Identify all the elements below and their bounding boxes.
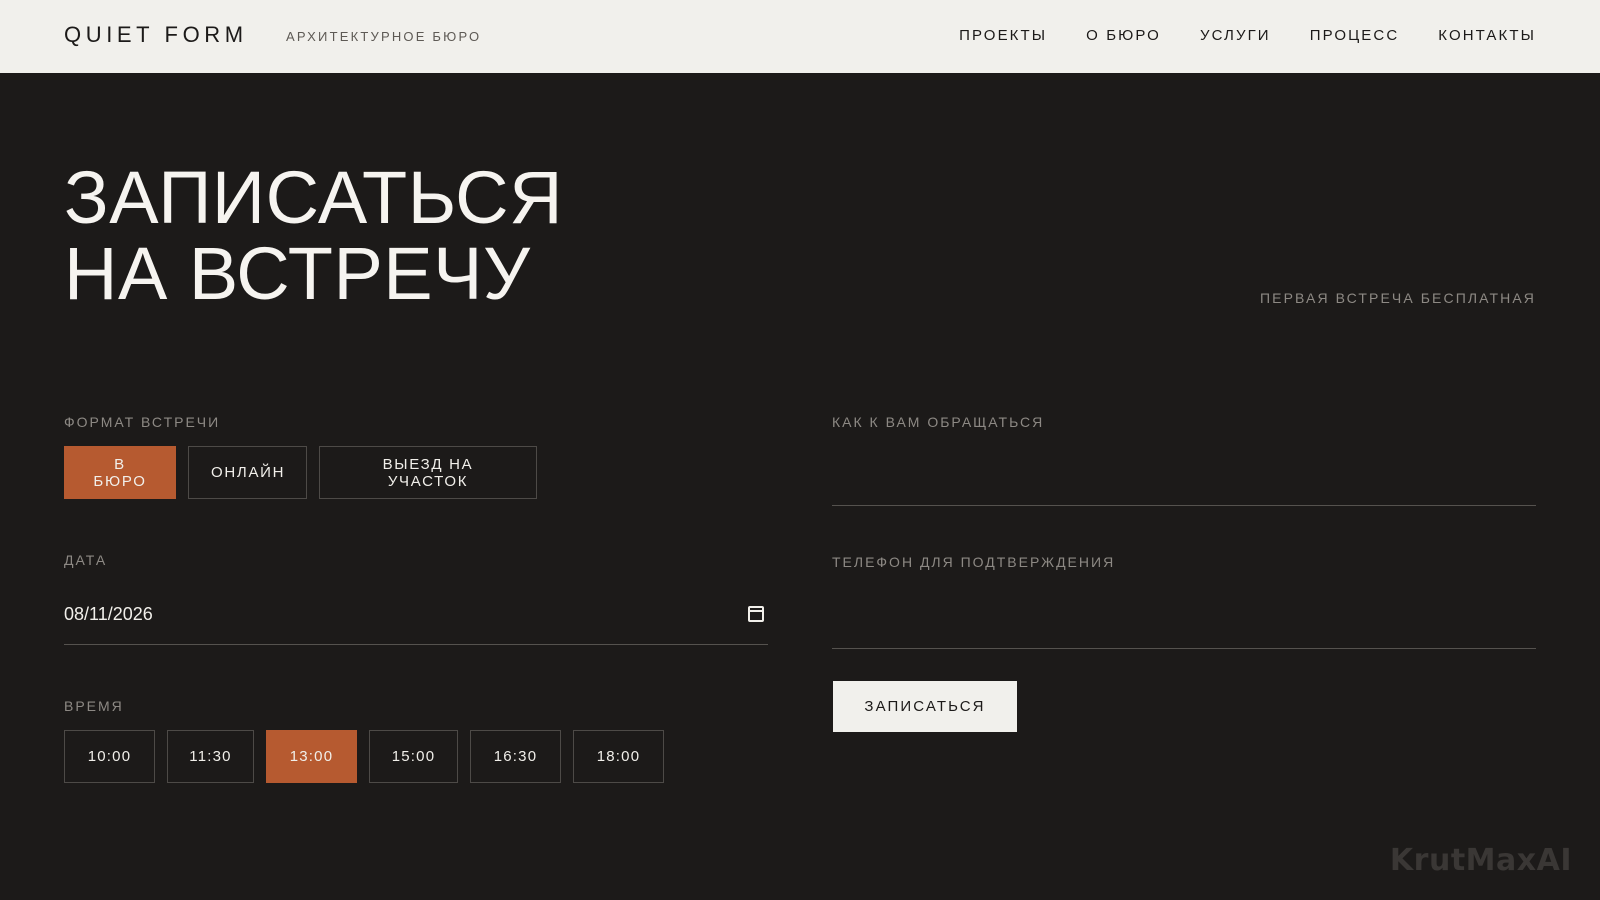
name-label: КАК К ВАМ ОБРАЩАТЬСЯ (832, 414, 1045, 430)
time-slot-1630[interactable]: 16:30 (470, 730, 561, 783)
free-meeting-note: ПЕРВАЯ ВСТРЕЧА БЕСПЛАТНАЯ (1260, 290, 1536, 306)
top-bar: QUIET FORM АРХИТЕКТУРНОЕ БЮРО ПРОЕКТЫ О … (0, 0, 1600, 73)
nav-process[interactable]: ПРОЦЕСС (1310, 27, 1400, 44)
time-label: ВРЕМЯ (64, 698, 124, 714)
watermark: KrutMaxAI (1389, 843, 1572, 878)
phone-input[interactable] (832, 594, 1536, 649)
time-slot-1130[interactable]: 11:30 (167, 730, 254, 783)
name-input[interactable] (832, 452, 1536, 506)
phone-label: ТЕЛЕФОН ДЛЯ ПОДТВЕРЖДЕНИЯ (832, 554, 1116, 570)
tagline: АРХИТЕКТУРНОЕ БЮРО (286, 29, 482, 44)
time-slots: 10:00 11:30 13:00 15:00 16:30 18:00 (64, 730, 664, 783)
format-option-office[interactable]: В БЮРО (64, 446, 176, 499)
format-label: ФОРМАТ ВСТРЕЧИ (64, 414, 221, 430)
nav-about[interactable]: О БЮРО (1086, 27, 1161, 44)
nav-contacts[interactable]: КОНТАКТЫ (1438, 27, 1536, 44)
date-value: 08/11/2026 (64, 604, 153, 624)
time-slot-1000[interactable]: 10:00 (64, 730, 155, 783)
time-slot-1800[interactable]: 18:00 (573, 730, 664, 783)
date-input[interactable]: 08/11/2026 (64, 592, 768, 645)
submit-button[interactable]: ЗАПИСАТЬСЯ (833, 681, 1017, 732)
time-slot-1300[interactable]: 13:00 (266, 730, 357, 783)
page-title-line-2: НА ВСТРЕЧУ (64, 232, 531, 315)
nav-services[interactable]: УСЛУГИ (1200, 27, 1271, 44)
page-title: ЗАПИСАТЬСЯ НА ВСТРЕЧУ (64, 160, 563, 312)
nav-projects[interactable]: ПРОЕКТЫ (959, 27, 1047, 44)
format-option-online[interactable]: ОНЛАЙН (188, 446, 307, 499)
time-slot-1500[interactable]: 15:00 (369, 730, 458, 783)
logo[interactable]: QUIET FORM (64, 22, 248, 48)
date-label: ДАТА (64, 552, 108, 568)
format-option-site-visit[interactable]: ВЫЕЗД НА УЧАСТОК (319, 446, 537, 499)
main-nav: ПРОЕКТЫ О БЮРО УСЛУГИ ПРОЦЕСС КОНТАКТЫ (959, 27, 1536, 44)
calendar-icon[interactable] (748, 606, 764, 622)
format-options: В БЮРО ОНЛАЙН ВЫЕЗД НА УЧАСТОК (64, 446, 537, 499)
page-title-line-1: ЗАПИСАТЬСЯ (64, 156, 564, 239)
